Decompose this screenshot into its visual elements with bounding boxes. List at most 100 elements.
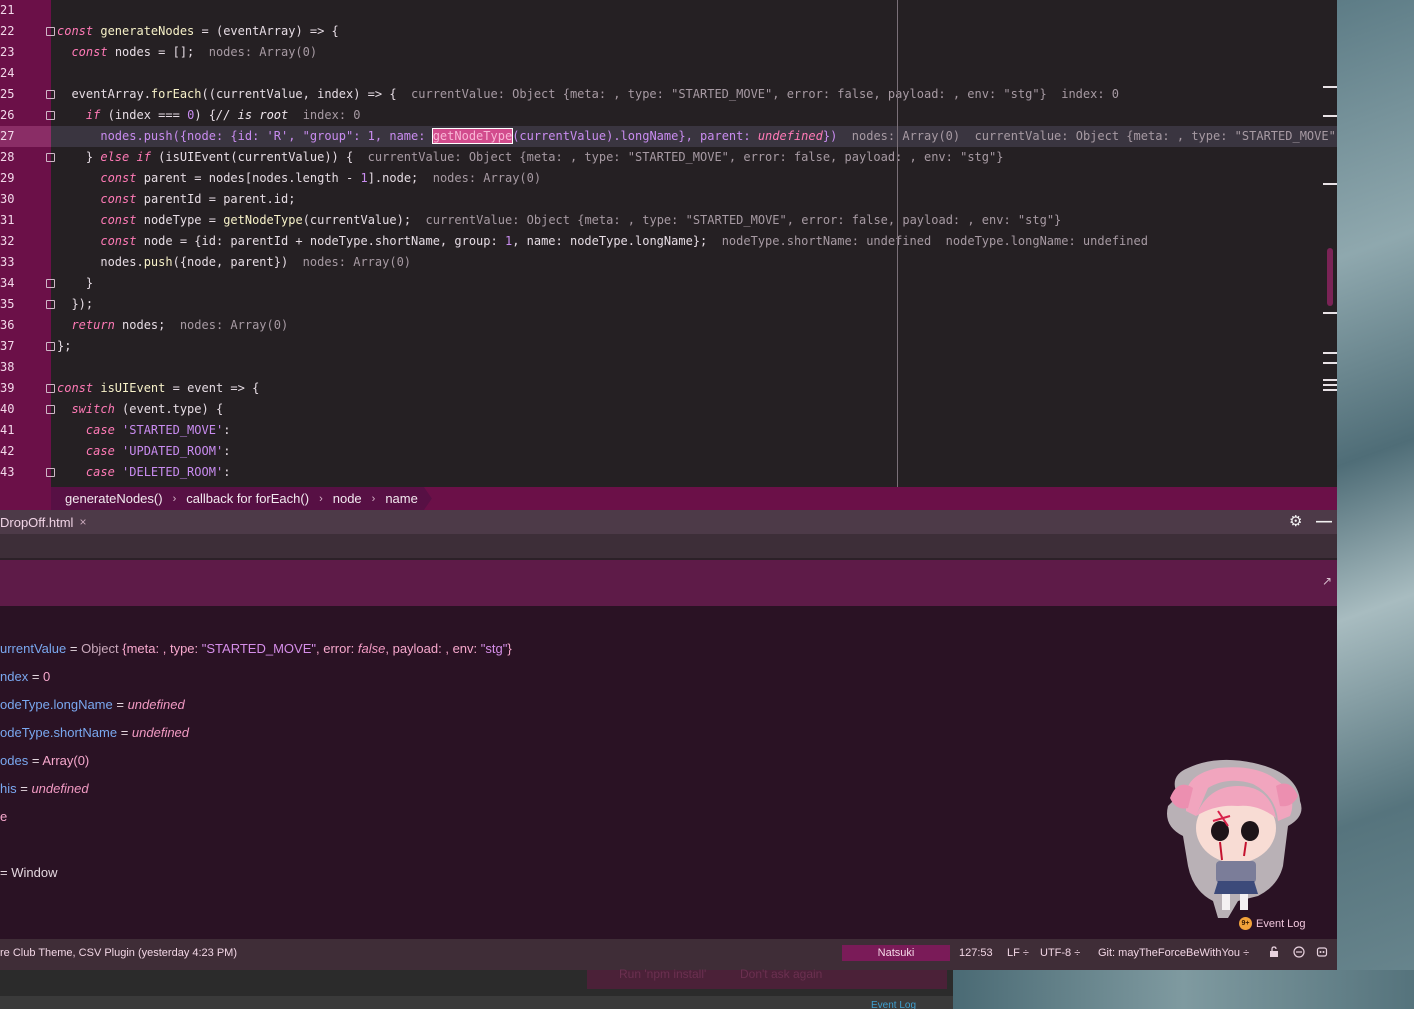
inspector-icon[interactable] — [1293, 946, 1305, 958]
line-number[interactable]: 25 — [0, 84, 30, 105]
line-number[interactable]: 32 — [0, 231, 30, 252]
code-line[interactable]: 31 const nodeType = getNodeType(currentV… — [0, 210, 1337, 231]
variable-row[interactable]: odes = Array(0) — [0, 751, 89, 771]
code-line[interactable]: 33 nodes.push({node, parent}) nodes: Arr… — [0, 252, 1337, 273]
code-line[interactable]: 24 — [0, 63, 1337, 84]
fold-marker-icon[interactable] — [46, 153, 55, 162]
code-line[interactable]: 26 if (index === 0) {// is root index: 0 — [0, 105, 1337, 126]
fold-marker-icon[interactable] — [46, 468, 55, 477]
code-line[interactable]: 21 — [0, 0, 1337, 21]
line-number[interactable]: 28 — [0, 147, 30, 168]
code-line[interactable]: 30 const parentId = parent.id; — [0, 189, 1337, 210]
code-line[interactable]: 42 case 'UPDATED_ROOM': — [0, 441, 1337, 462]
code-line[interactable]: 32 const node = {id: parentId + nodeType… — [0, 231, 1337, 252]
status-message[interactable]: re Club Theme, CSV Plugin (yesterday 4:2… — [0, 947, 237, 959]
line-number[interactable]: 24 — [0, 63, 30, 84]
code-line[interactable]: 36 return nodes; nodes: Array(0) — [0, 315, 1337, 336]
fold-marker-icon[interactable] — [46, 300, 55, 309]
gear-icon[interactable]: ⚙ — [1289, 514, 1305, 530]
line-number[interactable]: 41 — [0, 420, 30, 441]
fold-marker-icon[interactable] — [46, 90, 55, 99]
code-line[interactable]: 37}; — [0, 336, 1337, 357]
fold-marker-icon[interactable] — [46, 342, 55, 351]
code-line[interactable]: 38 — [0, 357, 1337, 378]
variable-row[interactable]: e — [0, 807, 7, 827]
lock-icon[interactable] — [1268, 946, 1280, 958]
code-line[interactable]: 43 case 'DELETED_ROOM': — [0, 462, 1337, 483]
line-number[interactable]: 30 — [0, 189, 30, 210]
code-line[interactable]: 23 const nodes = []; nodes: Array(0) — [0, 42, 1337, 63]
variable-row[interactable]: = Window — [0, 863, 57, 883]
variable-row[interactable]: urrentValue = Object {meta: , type: "STA… — [0, 639, 512, 659]
line-number[interactable]: 27 — [0, 126, 30, 147]
line-number[interactable]: 36 — [0, 315, 30, 336]
breadcrumb-item[interactable]: name — [381, 491, 422, 506]
fold-marker-icon[interactable] — [46, 384, 55, 393]
breadcrumb-item[interactable]: node — [329, 491, 366, 506]
event-log-link[interactable]: 9+ Event Log — [1239, 917, 1306, 930]
code-line[interactable]: 28 } else if (isUIEvent(currentValue)) {… — [0, 147, 1337, 168]
minimize-icon[interactable]: — — [1316, 514, 1332, 530]
line-number[interactable]: 42 — [0, 441, 30, 462]
code-token: case — [85, 444, 123, 458]
line-number[interactable]: 33 — [0, 252, 30, 273]
line-number[interactable]: 39 — [0, 378, 30, 399]
fold-marker-icon[interactable] — [46, 405, 55, 414]
breadcrumb: generateNodes() › callback for forEach() › n… — [0, 487, 1337, 510]
code-token: else if — [100, 150, 159, 164]
line-ending-selector[interactable]: LF ÷ — [1007, 947, 1029, 959]
fold-marker-icon[interactable] — [46, 27, 55, 36]
code-token: const — [57, 381, 101, 395]
code-text: }); — [57, 294, 93, 315]
line-number[interactable]: 43 — [0, 462, 30, 483]
variable-row[interactable]: odeType.shortName = undefined — [0, 723, 189, 743]
git-branch-selector[interactable]: Git: mayTheForceBeWithYou ÷ — [1098, 947, 1249, 959]
inline-debug-value: currentValue: Object {meta: , type: "STA… — [411, 87, 1120, 101]
line-number[interactable]: 35 — [0, 294, 30, 315]
line-number[interactable]: 31 — [0, 210, 30, 231]
variable-row[interactable]: ndex = 0 — [0, 667, 50, 687]
encoding-selector[interactable]: UTF-8 ÷ — [1040, 947, 1080, 959]
code-text: const node = {id: parentId + nodeType.sh… — [57, 231, 1148, 252]
expand-icon[interactable]: ↗ — [1322, 574, 1332, 588]
line-number[interactable]: 37 — [0, 336, 30, 357]
line-number[interactable]: 29 — [0, 168, 30, 189]
code-line[interactable]: 29 const parent = nodes[nodes.length - 1… — [0, 168, 1337, 189]
code-line[interactable]: 41 case 'STARTED_MOVE': — [0, 420, 1337, 441]
variable-equals: = — [0, 865, 12, 880]
caret-position[interactable]: 127:53 — [959, 947, 993, 959]
breadcrumb-item[interactable]: generateNodes() — [61, 491, 167, 506]
close-tab-icon[interactable]: × — [79, 515, 86, 529]
editor-scrollbar-thumb[interactable] — [1327, 248, 1333, 306]
code-token: ].node; — [367, 171, 433, 185]
fold-marker-icon[interactable] — [46, 111, 55, 120]
line-number[interactable]: 40 — [0, 399, 30, 420]
line-number[interactable]: 22 — [0, 21, 30, 42]
code-token: const — [57, 24, 101, 38]
code-line[interactable]: 35 }); — [0, 294, 1337, 315]
variable-row[interactable]: odeType.longName = undefined — [0, 695, 185, 715]
code-editor[interactable]: 21 22 const generateNodes = (eventArray) =… — [0, 0, 1337, 487]
file-tab-label[interactable]: DropOff.html — [0, 515, 73, 530]
code-line[interactable]: 34 } — [0, 273, 1337, 294]
breadcrumb-item[interactable]: callback for forEach() — [182, 491, 313, 506]
code-line[interactable]: 40 switch (event.type) { — [0, 399, 1337, 420]
code-line[interactable]: 27 nodes.push({node: {id: 'R', "group": … — [0, 126, 1337, 147]
dont-ask-again-link[interactable]: Don't ask again — [740, 968, 822, 980]
variable-value: 0 — [43, 669, 51, 684]
line-number[interactable]: 26 — [0, 105, 30, 126]
memory-indicator-icon[interactable] — [1316, 946, 1328, 958]
variable-row[interactable]: his = undefined — [0, 779, 89, 799]
line-number[interactable]: 34 — [0, 273, 30, 294]
breadcrumb-bar: generateNodes() › callback for forEach() › n… — [51, 487, 432, 510]
line-number[interactable]: 21 — [0, 0, 30, 21]
line-number[interactable]: 38 — [0, 357, 30, 378]
fold-marker-icon[interactable] — [46, 279, 55, 288]
line-number[interactable]: 23 — [0, 42, 30, 63]
code-text: nodes.push({node, parent}) nodes: Array(… — [57, 252, 411, 273]
code-text: const nodeType = getNodeType(currentValu… — [57, 210, 1061, 231]
code-line[interactable]: 25 eventArray.forEach((currentValue, ind… — [0, 84, 1337, 105]
run-npm-install-link[interactable]: Run 'npm install' — [619, 968, 706, 980]
code-line[interactable]: 22 const generateNodes = (eventArray) => … — [0, 21, 1337, 42]
code-line[interactable]: 39 const isUIEvent = event => { — [0, 378, 1337, 399]
